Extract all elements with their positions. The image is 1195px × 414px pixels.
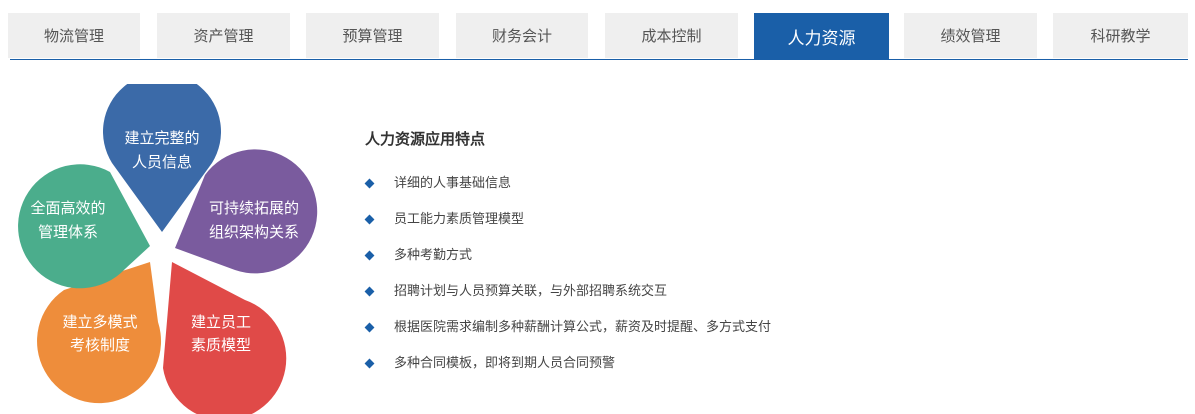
tab-cost-control[interactable]: 成本控制 bbox=[605, 13, 738, 58]
diamond-bullet-icon bbox=[364, 250, 375, 261]
features-list: 详细的人事基础信息 员工能力素质管理模型 多种考勤方式 招聘计划与人员预算关联，… bbox=[364, 175, 772, 391]
petal-bottom-left-line2: 考核制度 bbox=[70, 336, 130, 354]
petal-left-line1: 全面高效的 bbox=[30, 199, 105, 217]
tab-human-resources[interactable]: 人力资源 bbox=[754, 13, 889, 59]
petal-right-line2: 组织架构关系 bbox=[209, 223, 299, 241]
petal-bottom-right-line1: 建立员工 bbox=[191, 313, 251, 331]
module-tabs: 物流管理 资产管理 预算管理 财务会计 成本控制 人力资源 绩效管理 科研教学 bbox=[0, 13, 1195, 59]
petal-right-line1: 可持续拓展的 bbox=[209, 199, 299, 217]
feature-text: 详细的人事基础信息 bbox=[394, 176, 512, 191]
diamond-bullet-icon bbox=[364, 214, 375, 225]
list-item: 根据医院需求编制多种薪酬计算公式，薪资及时提醒、多方式支付 bbox=[364, 319, 772, 355]
list-item: 员工能力素质管理模型 bbox=[364, 211, 771, 247]
tab-accounting[interactable]: 财务会计 bbox=[456, 13, 588, 58]
hr-features-panel: 人力资源应用特点 详细的人事基础信息 员工能力素质管理模型 多种考勤方式 招聘计… bbox=[364, 128, 772, 391]
diamond-bullet-icon bbox=[364, 358, 375, 369]
diamond-bullet-icon bbox=[364, 286, 375, 297]
feature-text: 招聘计划与人员预算关联，与外部招聘系统交互 bbox=[394, 284, 668, 299]
tab-performance[interactable]: 绩效管理 bbox=[904, 13, 1037, 58]
feature-flower-diagram: 建立完整的 人员信息 可持续拓展的 组织架构关系 建立员工 素质模型 建立多模式… bbox=[18, 84, 318, 414]
list-item: 多种合同模板，即将到期人员合同预警 bbox=[364, 355, 771, 391]
feature-text: 多种合同模板，即将到期人员合同预警 bbox=[394, 356, 616, 371]
tab-budget[interactable]: 预算管理 bbox=[306, 13, 439, 58]
tab-logistics[interactable]: 物流管理 bbox=[8, 13, 140, 58]
feature-text: 多种考勤方式 bbox=[394, 248, 473, 263]
feature-text: 员工能力素质管理模型 bbox=[394, 212, 525, 227]
tab-underline bbox=[10, 59, 1188, 60]
petal-bottom-left-line1: 建立多模式 bbox=[62, 313, 137, 331]
tab-research-teaching[interactable]: 科研教学 bbox=[1053, 13, 1188, 58]
petal-bottom-right-line2: 素质模型 bbox=[191, 336, 251, 354]
list-item: 招聘计划与人员预算关联，与外部招聘系统交互 bbox=[364, 283, 771, 319]
list-item: 多种考勤方式 bbox=[364, 247, 771, 283]
diamond-bullet-icon bbox=[364, 322, 375, 333]
features-title: 人力资源应用特点 bbox=[365, 130, 486, 148]
tab-assets[interactable]: 资产管理 bbox=[157, 13, 290, 58]
list-item: 详细的人事基础信息 bbox=[364, 175, 771, 211]
petal-top-line1: 建立完整的 bbox=[124, 129, 199, 147]
feature-text: 根据医院需求编制多种薪酬计算公式，薪资及时提醒、多方式支付 bbox=[394, 320, 772, 335]
petal-left-line2: 管理体系 bbox=[38, 223, 98, 241]
diamond-bullet-icon bbox=[364, 178, 375, 189]
petal-top-line2: 人员信息 bbox=[132, 153, 192, 171]
